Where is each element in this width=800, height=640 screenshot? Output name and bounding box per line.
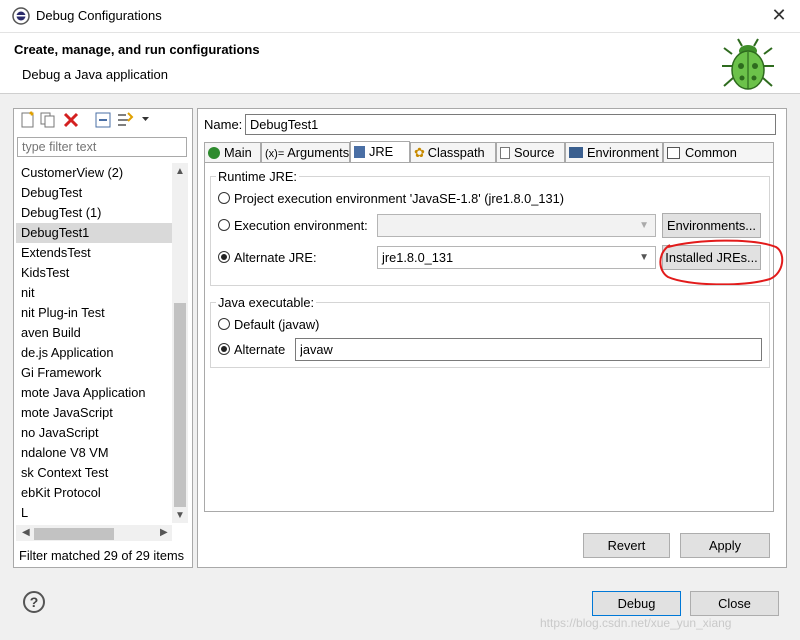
scroll-up-arrow-icon[interactable]: ▲ — [175, 166, 185, 177]
java-executable-label: Java executable: — [216, 295, 317, 310]
tab-label: Arguments — [287, 145, 350, 160]
revert-button[interactable]: Revert — [583, 533, 670, 558]
list-item[interactable]: Gi Framework — [16, 363, 172, 383]
tab-main[interactable]: Main — [204, 142, 261, 162]
default-javaw-radio[interactable] — [218, 318, 230, 330]
list-item[interactable]: mote JavaScript — [16, 403, 172, 423]
name-field[interactable] — [245, 114, 776, 135]
close-button[interactable]: Close — [690, 591, 779, 616]
chevron-down-icon: ▼ — [639, 252, 649, 263]
environments-button[interactable]: Environments... — [662, 213, 761, 238]
new-config-icon[interactable] — [19, 111, 37, 129]
main-icon — [208, 147, 220, 159]
tab-label: Environment — [587, 145, 659, 160]
tab-label: Main — [224, 145, 252, 160]
filter-icon[interactable] — [116, 111, 134, 129]
help-icon[interactable]: ? — [23, 591, 45, 613]
alternate-jre-label: Alternate JRE: — [234, 250, 317, 265]
chevron-down-icon: ▼ — [639, 220, 649, 231]
tab-arguments[interactable]: (x)= Arguments — [261, 142, 350, 162]
default-javaw-label: Default (javaw) — [234, 317, 320, 332]
list-item[interactable]: KidsTest — [16, 263, 172, 283]
collapse-all-icon[interactable] — [94, 111, 112, 129]
list-item[interactable]: DebugTest — [16, 183, 172, 203]
list-item[interactable]: no JavaScript — [16, 423, 172, 443]
tab-jre[interactable]: JRE — [350, 141, 410, 163]
tab-label: Source — [514, 145, 555, 160]
delete-icon[interactable] — [62, 111, 80, 129]
jre-icon — [354, 146, 365, 158]
exec-env-radio[interactable] — [218, 219, 230, 231]
tab-label: JRE — [369, 144, 394, 159]
window-title: Debug Configurations — [36, 8, 162, 23]
configuration-list: CustomerView (2) DebugTest DebugTest (1) De… — [16, 163, 172, 523]
list-item[interactable]: L — [16, 503, 172, 523]
watermark-text: https://blog.csdn.net/xue_yun_xiang — [540, 616, 732, 630]
scroll-left-arrow-icon[interactable]: ◀ — [22, 527, 30, 538]
vertical-scroll-thumb[interactable] — [174, 303, 186, 507]
alternate-exec-label: Alternate — [234, 342, 286, 357]
filter-input[interactable] — [17, 137, 187, 157]
alternate-jre-radio[interactable] — [218, 251, 230, 263]
dropdown-arrow-icon[interactable] — [141, 115, 150, 123]
environment-icon — [569, 147, 583, 158]
alternate-exec-radio[interactable] — [218, 343, 230, 355]
scroll-right-arrow-icon[interactable]: ▶ — [160, 527, 168, 538]
tab-label: Common — [685, 145, 737, 160]
header-description: Debug a Java application — [22, 67, 168, 82]
scroll-down-arrow-icon[interactable]: ▼ — [175, 510, 185, 521]
bug-icon — [722, 38, 774, 90]
project-env-label: Project execution environment 'JavaSE-1.… — [234, 191, 564, 206]
alternate-jre-combo[interactable]: jre1.8.0_131 ▼ — [377, 246, 656, 269]
list-item[interactable]: DebugTest (1) — [16, 203, 172, 223]
alternate-jre-value: jre1.8.0_131 — [382, 250, 454, 265]
classpath-icon: ✿ — [414, 145, 425, 160]
list-item[interactable]: ExtendsTest — [16, 243, 172, 263]
common-icon — [667, 147, 680, 159]
arguments-icon: (x)= — [265, 148, 285, 160]
eclipse-app-icon — [12, 7, 30, 25]
list-item[interactable]: aven Build — [16, 323, 172, 343]
tab-environment[interactable]: Environment — [565, 142, 663, 162]
tab-source[interactable]: Source — [496, 142, 565, 162]
exec-env-label: Execution environment: — [234, 218, 368, 233]
exec-env-combo: ▼ — [377, 214, 656, 237]
list-item[interactable]: nit — [16, 283, 172, 303]
list-item[interactable]: nit Plug-in Test — [16, 303, 172, 323]
list-item[interactable]: CustomerView (2) — [16, 163, 172, 183]
tab-common[interactable]: Common — [663, 142, 774, 162]
debug-button[interactable]: Debug — [592, 591, 681, 616]
horizontal-scroll-thumb[interactable] — [34, 528, 114, 540]
list-item[interactable]: ndalone V8 VM — [16, 443, 172, 463]
source-icon — [500, 147, 510, 159]
apply-button[interactable]: Apply — [680, 533, 770, 558]
alternate-exec-field[interactable] — [295, 338, 762, 361]
list-item[interactable]: DebugTest1 — [16, 223, 172, 243]
name-label: Name: — [204, 117, 243, 132]
annotation-circle — [659, 239, 784, 285]
project-env-radio[interactable] — [218, 192, 230, 204]
tab-classpath[interactable]: ✿ Classpath — [410, 142, 496, 162]
filter-status: Filter matched 29 of 29 items — [19, 548, 185, 563]
runtime-jre-label: Runtime JRE: — [216, 169, 299, 184]
list-item[interactable]: sk Context Test — [16, 463, 172, 483]
duplicate-icon[interactable] — [39, 111, 57, 129]
header-title: Create, manage, and run configurations — [14, 42, 260, 57]
list-item[interactable]: ebKit Protocol — [16, 483, 172, 503]
list-item[interactable]: mote Java Application — [16, 383, 172, 403]
list-item[interactable]: de.js Application — [16, 343, 172, 363]
tab-label: Classpath — [427, 145, 485, 160]
window-close-button[interactable]: ✕ — [768, 4, 790, 26]
